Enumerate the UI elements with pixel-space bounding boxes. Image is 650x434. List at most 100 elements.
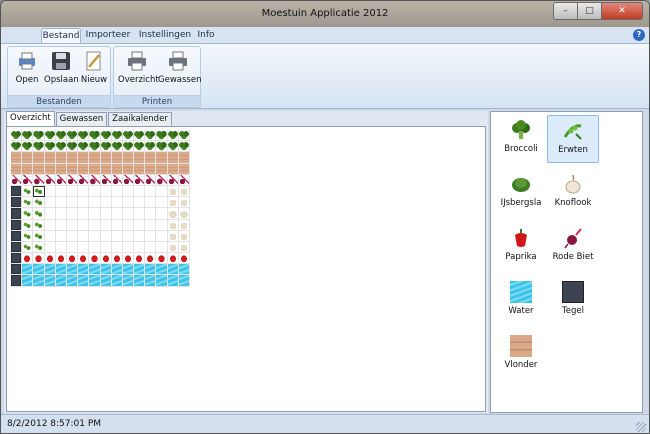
grid-cell-broccoli[interactable] [178, 141, 190, 153]
grid-cell-broccoli[interactable] [100, 141, 112, 153]
grid-cell-water[interactable] [100, 264, 112, 276]
grid-cell-garlic[interactable] [167, 241, 179, 254]
grid-cell-empty[interactable] [122, 241, 135, 254]
grid-cell-decking[interactable] [78, 152, 90, 164]
grid-cell-broccoli[interactable] [11, 130, 23, 142]
grid-cell-decking[interactable] [156, 163, 168, 175]
grid-cell-beet[interactable] [44, 174, 56, 186]
grid-cell-empty[interactable] [111, 241, 123, 254]
grid-cell-tile[interactable] [11, 197, 23, 209]
print-overview-button[interactable]: Overzicht [118, 50, 159, 94]
grid-cell-empty[interactable] [78, 208, 90, 220]
grid-cell-tile[interactable] [11, 208, 23, 220]
grid-cell-beet[interactable] [66, 174, 79, 186]
grid-cell-beet[interactable] [122, 174, 135, 186]
grid-cell-empty[interactable] [145, 208, 157, 220]
grid-cell-empty[interactable] [145, 230, 157, 242]
tab-zaaikalender[interactable]: Zaaikalender [108, 112, 172, 126]
crop-item-knoflook[interactable]: Knoflook [547, 169, 599, 217]
grid-cell-pepper[interactable] [178, 253, 190, 265]
grid-cell-beet[interactable] [55, 174, 67, 186]
grid-cell-empty[interactable] [89, 230, 101, 242]
grid-cell-pepper[interactable] [55, 253, 67, 265]
grid-cell-water[interactable] [22, 264, 34, 276]
grid-cell-decking[interactable] [122, 163, 135, 175]
grid-cell-empty[interactable] [156, 230, 168, 242]
grid-cell-broccoli[interactable] [55, 141, 67, 153]
grid-cell-pea[interactable] [22, 219, 34, 231]
grid-cell-pepper[interactable] [33, 253, 45, 265]
grid-cell-decking[interactable] [33, 152, 45, 164]
grid-cell-empty[interactable] [66, 241, 79, 254]
grid-cell-water[interactable] [111, 264, 123, 276]
garden-canvas[interactable] [6, 126, 486, 412]
grid-cell-pepper[interactable] [156, 253, 168, 265]
grid-cell-empty[interactable] [89, 197, 101, 209]
grid-cell-beet[interactable] [11, 174, 23, 186]
title-bar[interactable]: Moestuin Applicatie 2012 – □ ✕ [1, 1, 649, 27]
grid-cell-broccoli[interactable] [156, 141, 168, 153]
grid-cell-empty[interactable] [156, 185, 168, 198]
open-button[interactable]: Open [12, 50, 42, 94]
grid-cell-empty[interactable] [44, 230, 56, 242]
grid-cell-empty[interactable] [78, 219, 90, 231]
tab-bestand[interactable]: Bestand [41, 28, 81, 43]
crop-item-vlonder[interactable]: Vlonder [495, 331, 547, 379]
close-button[interactable]: ✕ [601, 2, 643, 20]
grid-cell-broccoli[interactable] [22, 130, 34, 142]
grid-cell-decking[interactable] [11, 163, 23, 175]
grid-cell-tile[interactable] [11, 230, 23, 242]
crop-item-paprika[interactable]: Paprika [495, 223, 547, 271]
grid-cell-empty[interactable] [156, 197, 168, 209]
resize-grip-icon[interactable] [636, 422, 646, 432]
grid-cell-water[interactable] [134, 275, 146, 287]
print-crops-button[interactable]: Gewassen [158, 50, 201, 94]
grid-cell-water[interactable] [78, 275, 90, 287]
grid-cell-empty[interactable] [156, 219, 168, 231]
grid-cell-decking[interactable] [55, 163, 67, 175]
grid-cell-pea[interactable] [33, 185, 45, 198]
grid-cell-empty[interactable] [55, 230, 67, 242]
grid-cell-broccoli[interactable] [111, 141, 123, 153]
tab-gewassen[interactable]: Gewassen [55, 112, 108, 126]
grid-cell-pepper[interactable] [134, 253, 146, 265]
grid-cell-decking[interactable] [167, 163, 179, 175]
grid-cell-empty[interactable] [134, 208, 146, 220]
grid-cell-beet[interactable] [33, 174, 45, 186]
grid-cell-decking[interactable] [156, 152, 168, 164]
grid-cell-empty[interactable] [100, 208, 112, 220]
grid-cell-water[interactable] [78, 264, 90, 276]
grid-cell-empty[interactable] [89, 208, 101, 220]
grid-cell-empty[interactable] [66, 208, 79, 220]
grid-cell-empty[interactable] [44, 197, 56, 209]
grid-cell-broccoli[interactable] [111, 130, 123, 142]
grid-cell-decking[interactable] [122, 152, 135, 164]
grid-cell-garlic[interactable] [178, 241, 190, 254]
grid-cell-beet[interactable] [100, 174, 112, 186]
grid-cell-decking[interactable] [134, 152, 146, 164]
grid-cell-empty[interactable] [122, 219, 135, 231]
grid-cell-broccoli[interactable] [66, 130, 79, 142]
grid-cell-garlic[interactable] [167, 197, 179, 209]
crop-item-erwten[interactable]: Erwten [547, 115, 599, 163]
grid-cell-garlic[interactable] [167, 230, 179, 242]
grid-cell-empty[interactable] [66, 219, 79, 231]
grid-cell-empty[interactable] [55, 208, 67, 220]
grid-cell-pea[interactable] [22, 230, 34, 242]
grid-cell-broccoli[interactable] [33, 130, 45, 142]
grid-cell-pea[interactable] [22, 185, 34, 198]
grid-cell-empty[interactable] [78, 185, 90, 198]
tab-overzicht[interactable]: Overzicht [6, 111, 55, 126]
grid-cell-pea[interactable] [33, 208, 45, 220]
grid-cell-broccoli[interactable] [78, 130, 90, 142]
grid-cell-broccoli[interactable] [89, 141, 101, 153]
grid-cell-pea[interactable] [22, 241, 34, 254]
grid-cell-broccoli[interactable] [33, 141, 45, 153]
grid-cell-broccoli[interactable] [145, 141, 157, 153]
grid-cell-empty[interactable] [145, 241, 157, 254]
grid-cell-beet[interactable] [111, 174, 123, 186]
grid-cell-empty[interactable] [122, 208, 135, 220]
grid-cell-empty[interactable] [111, 185, 123, 198]
grid-cell-water[interactable] [44, 275, 56, 287]
tab-importeer[interactable]: Importeer [84, 28, 132, 43]
